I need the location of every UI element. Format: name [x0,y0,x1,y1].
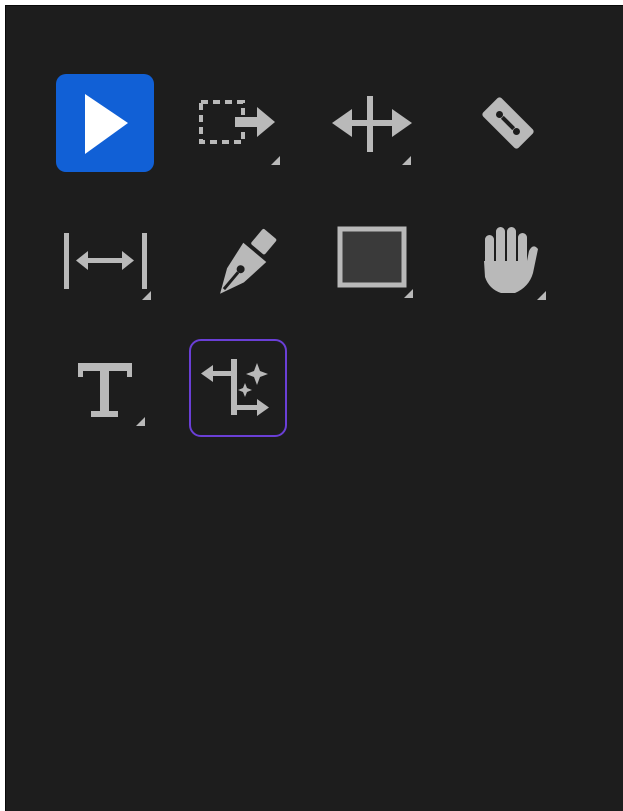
flyout-indicator [271,156,280,165]
flyout-indicator [402,156,411,165]
tools-panel [5,5,623,811]
generative-extend-icon [201,359,269,416]
type-tool-button[interactable] [56,339,154,437]
rectangle-icon [337,226,407,288]
arrow-pointer-icon [85,94,128,154]
pen-nib-icon [220,229,277,294]
razor-blade-icon [482,97,534,149]
flyout-indicator [142,291,151,300]
selection-tool-button[interactable] [56,74,154,172]
flyout-indicator [404,289,413,298]
ripple-edit-tool-button[interactable] [324,74,422,172]
flyout-indicator [537,291,546,300]
flyout-indicator [136,417,145,426]
slip-tool-button[interactable] [56,221,154,319]
track-select-forward-tool-button[interactable] [191,74,289,172]
generative-extend-tool-button[interactable] [189,339,287,437]
hand-tool-button[interactable] [459,221,557,319]
razor-tool-button[interactable] [459,74,557,172]
pen-tool-button[interactable] [191,221,289,319]
slip-icon [64,233,147,289]
hand-icon [484,227,538,293]
rectangle-tool-button[interactable] [324,221,422,319]
